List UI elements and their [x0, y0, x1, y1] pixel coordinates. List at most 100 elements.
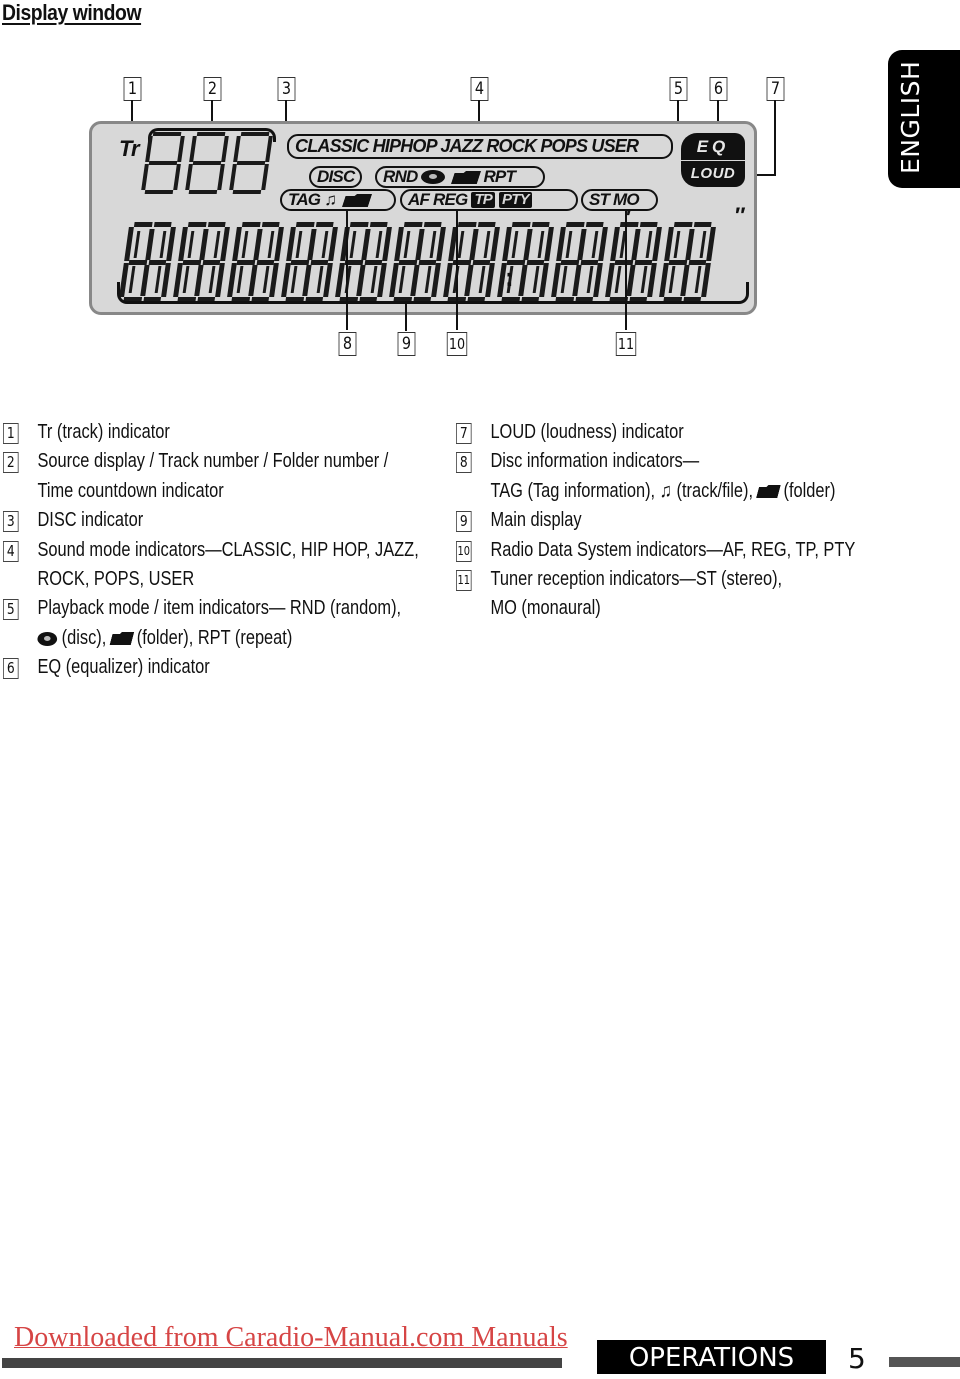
- folder-icon: [451, 171, 481, 184]
- eq-indicator: EQ: [681, 133, 745, 160]
- description-item-9: 9 Main display: [456, 506, 855, 535]
- disc-label: DISC: [317, 167, 355, 186]
- description-item-4: 4 Sound mode indicators—CLASSIC, HIP HOP…: [3, 536, 419, 595]
- footer-rule-left: [2, 1358, 562, 1368]
- callout-8: 8: [338, 332, 357, 356]
- item-text-cont: (disc), (folder), RPT (repeat): [3, 624, 419, 653]
- item-text: DISC indicator: [37, 509, 144, 532]
- section-label: OPERATIONS: [597, 1340, 826, 1374]
- callout-5: 5: [669, 77, 688, 101]
- rpt-label: RPT: [483, 167, 516, 186]
- leader-11: [625, 210, 627, 330]
- seven-segment-digit: [229, 132, 274, 194]
- callout-6: 6: [709, 77, 728, 101]
- item-number: 9: [456, 511, 472, 533]
- description-list-left: 1 Tr (track) indicator 2 Source display …: [3, 418, 419, 683]
- item-number: 5: [3, 599, 19, 621]
- disc-text: (disc),: [61, 626, 107, 649]
- item-text: Disc information indicators—: [490, 450, 700, 473]
- main-display-double-prime: ″: [735, 203, 746, 228]
- tp-label: TP: [471, 192, 496, 208]
- sound-modes-text: CLASSIC HIPHOP JAZZ ROCK POPS USER: [295, 136, 639, 156]
- item-text: Playback mode / item indicators— RND (ra…: [37, 597, 402, 620]
- item-number: 8: [456, 452, 472, 474]
- description-item-3: 3 DISC indicator: [3, 506, 419, 535]
- callout-10: 10: [446, 332, 468, 356]
- download-source-link[interactable]: Downloaded from Caradio-Manual.com Manua…: [14, 1322, 568, 1354]
- item-text-cont: TAG (Tag information), ♫ (track/file), (…: [456, 477, 855, 506]
- item-text: Tr (track) indicator: [37, 421, 170, 443]
- item-number: 6: [3, 658, 19, 680]
- callout-1: 1: [123, 77, 142, 101]
- footer-rule-right: [889, 1357, 960, 1367]
- callout-3: 3: [277, 77, 296, 101]
- language-tab: ENGLISH: [888, 50, 960, 188]
- leader-9: [405, 304, 407, 331]
- item-text-cont: MO (monaural): [490, 597, 601, 620]
- rds-indicators: AF REG TP PTY: [400, 189, 578, 211]
- st-mo-label: ST MO: [589, 190, 640, 209]
- seven-segment-digit: [141, 132, 186, 194]
- folder-text: (folder), RPT (repeat): [136, 626, 293, 649]
- description-item-11: 11 Tuner reception indicators—ST (stereo…: [456, 565, 855, 624]
- sound-mode-indicators: CLASSIC HIPHOP JAZZ ROCK POPS USER: [287, 134, 673, 159]
- item-number: 10: [456, 540, 472, 562]
- description-item-6: 6 EQ (equalizer) indicator: [3, 653, 419, 682]
- leader-8: [346, 210, 348, 330]
- disc-icon: [37, 631, 58, 646]
- tag-text: TAG (Tag information),: [490, 479, 656, 502]
- af-reg-label: AF REG: [408, 190, 468, 209]
- music-note-icon: ♫: [659, 479, 672, 502]
- main-display-bracket: [117, 282, 749, 304]
- track-file-text: (track/file),: [676, 479, 754, 502]
- folder-icon: [342, 194, 372, 207]
- description-list-right: 7 LOUD (loudness) indicator 8 Disc infor…: [456, 418, 855, 624]
- disc-icon: [421, 170, 446, 184]
- description-item-2: 2 Source display / Track number / Folder…: [3, 447, 419, 506]
- disc-indicator: DISC: [309, 166, 363, 188]
- callout-4: 4: [470, 77, 489, 101]
- seven-segment-digit: [185, 132, 230, 194]
- item-text-cont: ROCK, POPS, USER: [37, 568, 195, 591]
- item-text-cont: Time countdown indicator: [37, 479, 224, 502]
- description-item-1: 1 Tr (track) indicator: [3, 418, 419, 447]
- callout-2: 2: [203, 77, 222, 101]
- item-number: 2: [3, 452, 19, 474]
- tr-indicator: Tr: [119, 136, 140, 161]
- item-text: EQ (equalizer) indicator: [37, 656, 210, 679]
- music-note-icon: ♫: [324, 190, 337, 209]
- loud-indicator: LOUD: [681, 161, 745, 187]
- item-text: Sound mode indicators—CLASSIC, HIP HOP, …: [37, 538, 419, 561]
- item-text: Source display / Track number / Folder n…: [37, 450, 389, 473]
- pty-label: PTY: [499, 192, 532, 208]
- folder-icon: [756, 485, 781, 498]
- language-label: ENGLISH: [896, 60, 925, 174]
- description-item-7: 7 LOUD (loudness) indicator: [456, 418, 855, 447]
- tuner-reception-indicators: ST MO: [581, 189, 658, 211]
- callout-11: 11: [615, 332, 637, 356]
- page-title: Display window: [2, 0, 142, 25]
- item-text: Main display: [490, 509, 582, 532]
- rnd-label: RND: [383, 167, 418, 186]
- page-number: 5: [848, 1342, 866, 1375]
- disc-information-indicators: TAG ♫: [280, 189, 396, 211]
- source-display-digits: [141, 132, 273, 194]
- item-text: LOUD (loudness) indicator: [490, 421, 684, 443]
- callout-7: 7: [766, 77, 785, 101]
- tag-label: TAG: [288, 190, 321, 209]
- item-text: Radio Data System indicators—AF, REG, TP…: [490, 538, 856, 561]
- item-number: 1: [3, 423, 19, 444]
- item-text: Tuner reception indicators—ST (stereo),: [490, 568, 783, 591]
- folder-icon: [109, 632, 134, 645]
- callout-9: 9: [397, 332, 416, 356]
- item-number: 7: [456, 423, 472, 444]
- item-number: 11: [456, 570, 472, 592]
- leader-10: [456, 210, 458, 330]
- leader-7: [774, 100, 776, 176]
- description-item-5: 5 Playback mode / item indicators— RND (…: [3, 594, 419, 653]
- playback-mode-indicators: RND RPT: [375, 166, 545, 188]
- description-item-8: 8 Disc information indicators— TAG (Tag …: [456, 447, 855, 506]
- folder-text: (folder): [783, 479, 836, 502]
- item-number: 4: [3, 540, 19, 562]
- description-item-10: 10 Radio Data System indicators—AF, REG,…: [456, 536, 855, 565]
